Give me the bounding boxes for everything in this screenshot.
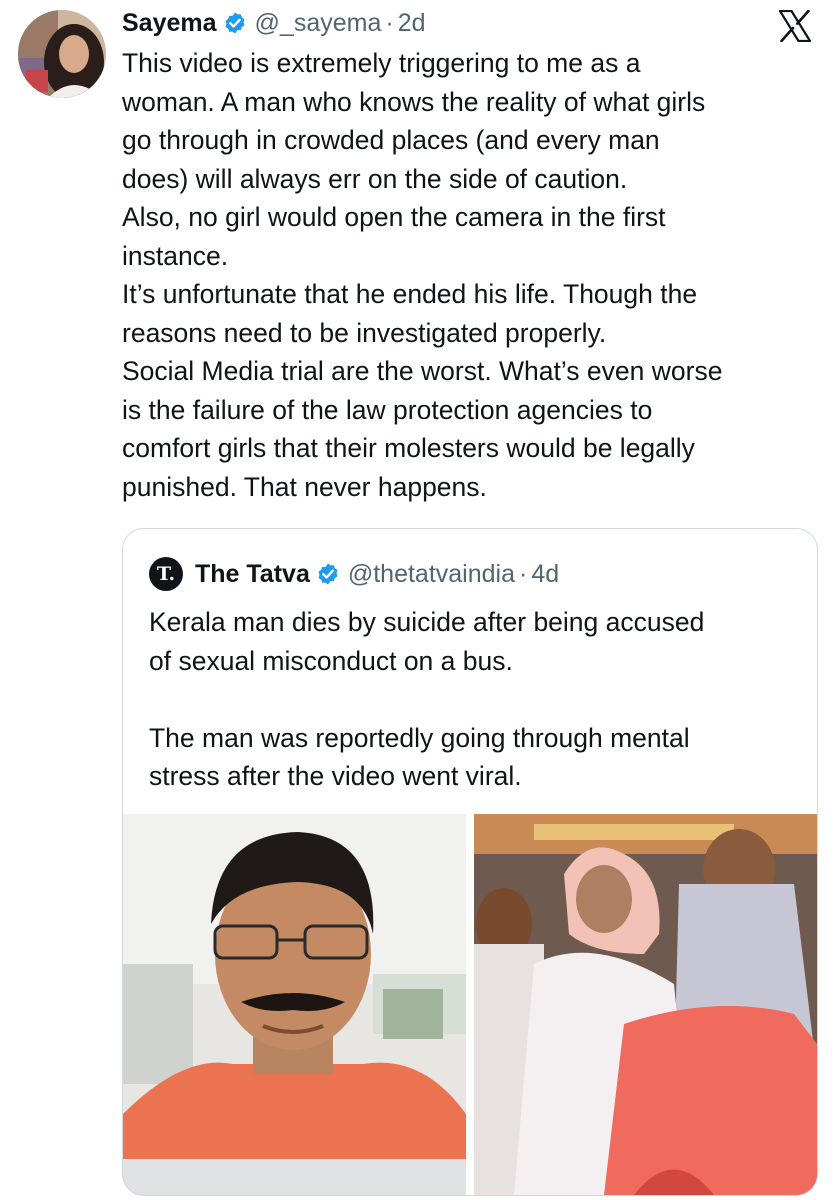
- tweet-line: is the failure of the law protection age…: [122, 394, 653, 425]
- media-image-man-portrait[interactable]: [123, 814, 466, 1195]
- tweet-header: Sayema @_sayema · 2d: [122, 6, 426, 40]
- tweet-line: does) will always err on the side of cau…: [122, 163, 628, 194]
- quoted-line: Kerala man dies by suicide after being a…: [149, 607, 705, 637]
- quoted-line-blank: [149, 680, 799, 719]
- tweet-line: reasons need to be investigated properly…: [122, 317, 607, 348]
- tweet-line: This video is extremely triggering to me…: [122, 48, 641, 78]
- tweet-line: woman. A man who knows the reality of wh…: [122, 86, 706, 117]
- tweet[interactable]: Sayema @_sayema · 2d This video is extre…: [0, 0, 834, 1200]
- avatar[interactable]: [18, 10, 106, 98]
- tweet-line: Also, no girl would open the camera in t…: [122, 202, 666, 232]
- quoted-line: stress after the video went viral.: [149, 761, 522, 791]
- tweet-line: Social Media trial are the worst. What’s…: [122, 356, 723, 386]
- quoted-line: The man was reportedly going through men…: [149, 722, 690, 753]
- tweet-line: instance.: [122, 240, 229, 271]
- quoted-line: of sexual misconduct on a bus.: [149, 645, 513, 676]
- tweet-line: punished. That never happens.: [122, 471, 487, 502]
- verified-badge-icon: [223, 11, 247, 35]
- media-image-bus-video[interactable]: [474, 814, 817, 1195]
- tweet-line: comfort girls that their molesters would…: [122, 433, 695, 463]
- tweet-line: go through in crowded places (and every …: [122, 125, 660, 155]
- media-grid: [123, 814, 817, 1195]
- quoted-avatar[interactable]: T.: [149, 557, 183, 591]
- separator-dot: ·: [519, 559, 528, 588]
- separator-dot: ·: [385, 8, 394, 37]
- quoted-timestamp[interactable]: 4d: [531, 560, 559, 589]
- timestamp[interactable]: 2d: [398, 9, 426, 38]
- verified-badge-icon: [316, 562, 340, 586]
- tweet-text: This video is extremely triggering to me…: [122, 44, 822, 506]
- x-logo-icon[interactable]: [778, 9, 812, 43]
- quoted-author-name[interactable]: The Tatva: [195, 560, 310, 589]
- quoted-tweet[interactable]: T. The Tatva @thetatvaindia · 4d Kerala …: [122, 528, 818, 1196]
- quoted-author-handle[interactable]: @thetatvaindia: [348, 560, 515, 589]
- author-name[interactable]: Sayema: [122, 9, 217, 38]
- author-handle[interactable]: @_sayema: [255, 9, 382, 38]
- quoted-tweet-header: T. The Tatva @thetatvaindia · 4d: [149, 557, 559, 591]
- tweet-line: It’s unfortunate that he ended his life.…: [122, 279, 698, 309]
- quoted-tweet-text: Kerala man dies by suicide after being a…: [149, 603, 799, 796]
